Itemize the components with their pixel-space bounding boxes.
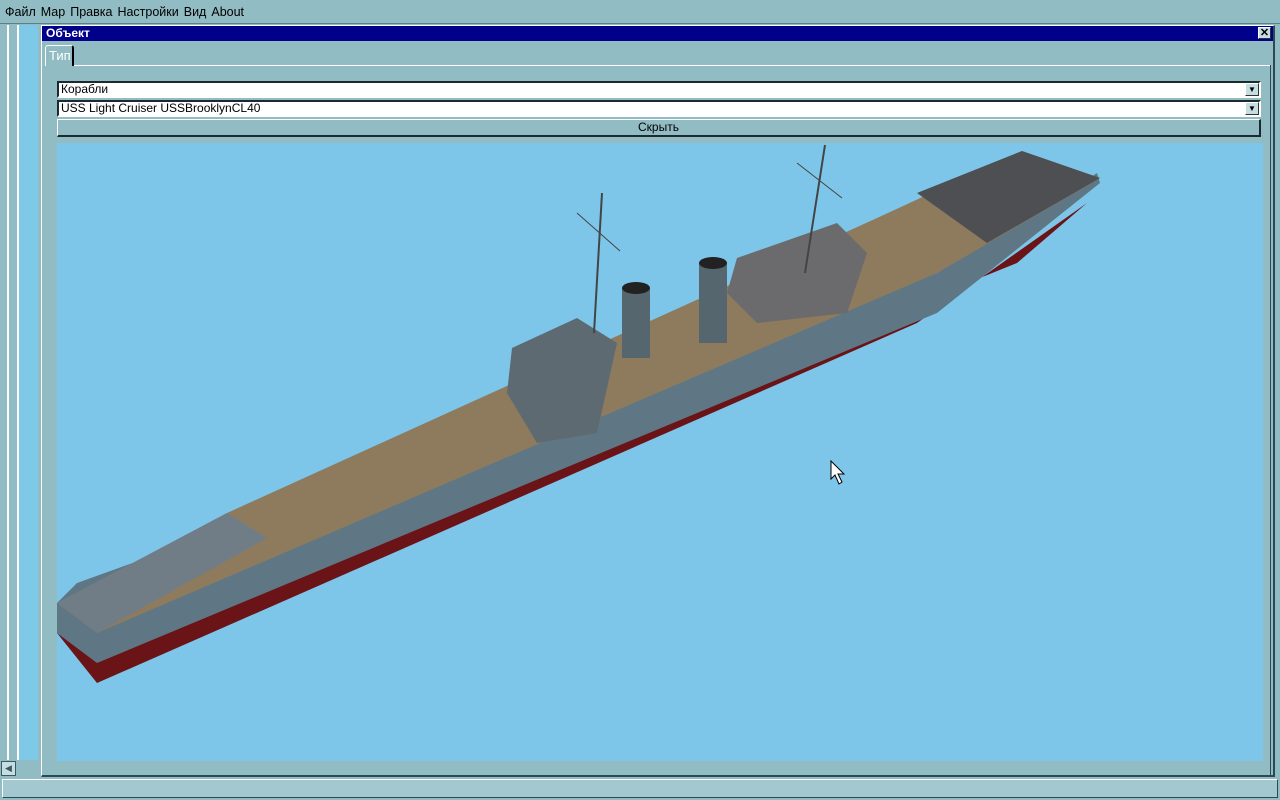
tab-divider: [74, 65, 1271, 66]
funnel-aft-top: [699, 257, 727, 269]
mast-fore: [593, 192, 603, 334]
chevron-down-icon[interactable]: ▼: [1245, 102, 1259, 115]
funnel-fore: [622, 288, 650, 358]
scroll-left-button[interactable]: ◀: [1, 761, 16, 776]
status-bar: [2, 779, 1278, 798]
object-select-value: USS Light Cruiser USSBrooklynCL40: [61, 101, 261, 115]
category-select-value: Корабли: [61, 82, 109, 96]
mouse-cursor-icon: [830, 460, 846, 485]
menu-map[interactable]: Мар: [41, 5, 65, 19]
menu-file[interactable]: Файл: [5, 5, 36, 19]
close-button[interactable]: ✕: [1258, 27, 1271, 39]
funnel-fore-top: [622, 282, 650, 294]
menu-settings[interactable]: Настройки: [117, 5, 178, 19]
menu-view[interactable]: Вид: [184, 5, 207, 19]
left-map-strip[interactable]: [17, 25, 38, 760]
chevron-down-icon[interactable]: ▼: [1245, 83, 1259, 96]
window-title: Объект: [46, 26, 90, 40]
title-bar: Объект ✕: [42, 26, 1273, 41]
divider: [7, 25, 9, 760]
category-select[interactable]: Корабли ▼: [57, 81, 1261, 98]
menu-edit[interactable]: Правка: [70, 5, 112, 19]
menu-about[interactable]: About: [211, 5, 244, 19]
yard-aft: [796, 162, 843, 199]
left-panel: ◀: [0, 25, 40, 777]
funnel-aft: [699, 263, 727, 343]
tab-type[interactable]: Тип: [45, 45, 74, 66]
3d-viewport[interactable]: [57, 143, 1263, 761]
superstructure-aft: [727, 223, 867, 323]
hide-button[interactable]: Скрыть: [57, 119, 1261, 137]
panel-border: [1270, 65, 1271, 775]
object-select[interactable]: USS Light Cruiser USSBrooklynCL40 ▼: [57, 100, 1261, 117]
object-window: Объект ✕ Тип Корабли ▼ USS Light Cruiser…: [41, 25, 1275, 777]
menu-bar: Файл Мар Правка Настройки Вид About: [0, 0, 1280, 24]
ship-model: [57, 144, 1100, 683]
